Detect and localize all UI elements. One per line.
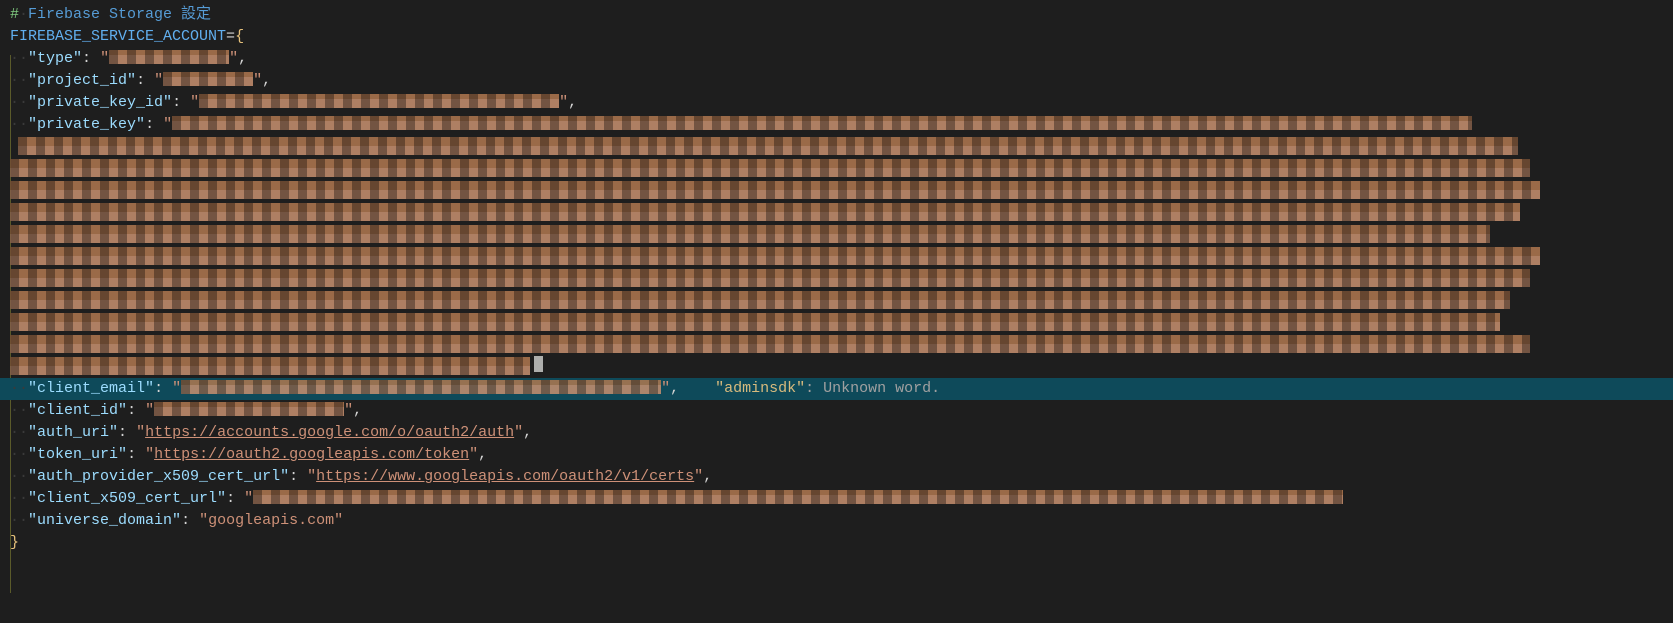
code-line[interactable] <box>0 158 1673 180</box>
code-line[interactable] <box>0 290 1673 312</box>
url-value: https://oauth2.googleapis.com/token <box>154 446 469 463</box>
redacted-value <box>154 402 344 416</box>
json-key: "project_id" <box>28 72 136 89</box>
redacted-value <box>10 203 1520 221</box>
code-line[interactable] <box>0 246 1673 268</box>
code-line[interactable] <box>0 268 1673 290</box>
redacted-value <box>10 225 1490 243</box>
url-value: https://accounts.google.com/o/oauth2/aut… <box>145 424 514 441</box>
code-line[interactable]: # Firebase Storage 設定 <box>0 4 1673 26</box>
code-line[interactable]: "token_uri": "https://oauth2.googleapis.… <box>0 444 1673 466</box>
redacted-value <box>10 247 1540 265</box>
redacted-value <box>163 72 253 86</box>
code-line[interactable] <box>0 312 1673 334</box>
redacted-value <box>10 291 1510 309</box>
env-var-name: FIREBASE_SERVICE_ACCOUNT <box>10 28 226 45</box>
code-line[interactable]: "project_id": "", <box>0 70 1673 92</box>
code-line[interactable]: } <box>0 532 1673 554</box>
code-line[interactable]: "auth_uri": "https://accounts.google.com… <box>0 422 1673 444</box>
diagnostic-word: "adminsdk" <box>715 380 805 397</box>
json-key: "client_x509_cert_url" <box>28 490 226 507</box>
json-key: "client_id" <box>28 402 127 419</box>
json-key: "auth_provider_x509_cert_url" <box>28 468 289 485</box>
url-value: https://www.googleapis.com/oauth2/v1/cer… <box>316 468 694 485</box>
code-line[interactable]: "private_key_id": "", <box>0 92 1673 114</box>
code-line[interactable]: "client_x509_cert_url": " <box>0 488 1673 510</box>
code-line[interactable] <box>0 180 1673 202</box>
redacted-value <box>181 380 661 394</box>
close-brace: } <box>10 534 19 551</box>
text-cursor <box>534 356 543 372</box>
diagnostic-message: : Unknown word. <box>805 380 940 397</box>
open-brace: { <box>235 28 244 45</box>
json-key: "type" <box>28 50 82 67</box>
code-line[interactable] <box>0 356 1673 378</box>
json-key: "client_email" <box>28 380 154 397</box>
json-key: "universe_domain" <box>28 512 181 529</box>
code-line[interactable] <box>0 224 1673 246</box>
code-line[interactable]: "private_key": " <box>0 114 1673 136</box>
code-line[interactable]: "type": "", <box>0 48 1673 70</box>
comment-hash: # <box>10 6 19 23</box>
redacted-value <box>10 357 530 375</box>
string-value: googleapis.com <box>208 512 334 529</box>
comment-text: Firebase Storage 設定 <box>28 6 211 23</box>
equals-sign: = <box>226 28 235 45</box>
json-key: "private_key_id" <box>28 94 172 111</box>
redacted-value <box>109 50 229 64</box>
code-line[interactable]: "auth_provider_x509_cert_url": "https://… <box>0 466 1673 488</box>
redacted-value <box>253 490 1343 504</box>
json-key: "token_uri" <box>28 446 127 463</box>
code-line[interactable] <box>0 136 1673 158</box>
redacted-value <box>10 159 1530 177</box>
code-line-highlighted[interactable]: "client_email": "", "adminsdk": Unknown … <box>0 378 1673 400</box>
json-key: "auth_uri" <box>28 424 118 441</box>
code-line[interactable]: FIREBASE_SERVICE_ACCOUNT={ <box>0 26 1673 48</box>
redacted-value <box>10 269 1530 287</box>
json-key: "private_key" <box>28 116 145 133</box>
redacted-value <box>10 181 1540 199</box>
code-line[interactable]: "universe_domain": "googleapis.com" <box>0 510 1673 532</box>
code-line[interactable]: "client_id": "", <box>0 400 1673 422</box>
redacted-value <box>10 313 1500 331</box>
redacted-value <box>199 94 559 108</box>
code-line[interactable] <box>0 202 1673 224</box>
redacted-value <box>18 137 1518 155</box>
redacted-value <box>10 335 1530 353</box>
code-line[interactable] <box>0 334 1673 356</box>
redacted-value <box>172 116 1472 130</box>
